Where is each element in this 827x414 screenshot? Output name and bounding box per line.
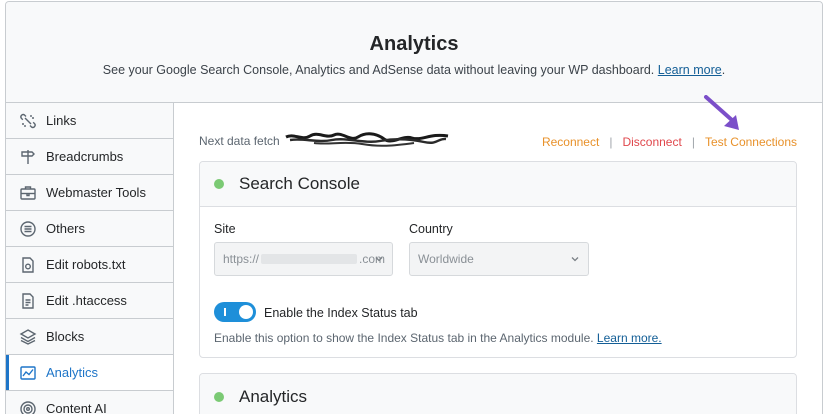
toggle-help-text: Enable this option to show the Index Sta… bbox=[214, 331, 662, 345]
analytics-title: Analytics bbox=[239, 386, 308, 406]
country-value: Worldwide bbox=[418, 252, 474, 266]
sidebar-item-blocks[interactable]: Blocks bbox=[6, 319, 173, 355]
chevron-down-icon bbox=[375, 257, 383, 262]
next-data-fetch: Next data fetch bbox=[199, 134, 280, 148]
toggle-on-mark bbox=[224, 308, 226, 316]
main-content: Next data fetch Reconnect | Disconnect |… bbox=[174, 103, 822, 414]
search-console-card: Search Console Site https:// .com Countr… bbox=[199, 161, 797, 358]
country-select[interactable]: Worldwide bbox=[409, 242, 589, 276]
sidebar-item-links[interactable]: Links bbox=[6, 103, 173, 139]
sidebar-item-edit-htaccess[interactable]: Edit .htaccess bbox=[6, 283, 173, 319]
help-text: Enable this option to show the Index Sta… bbox=[214, 331, 594, 345]
page-title: Analytics bbox=[369, 33, 459, 55]
toggle-knob bbox=[239, 305, 253, 319]
subtitle-text: See your Google Search Console, Analytic… bbox=[102, 63, 655, 77]
learn-more-link[interactable]: Learn more bbox=[658, 63, 722, 77]
country-label: Country bbox=[409, 222, 453, 236]
blurred-domain bbox=[261, 254, 358, 264]
app-window: Analytics See your Google Search Console… bbox=[5, 1, 823, 414]
sidebar-item-label: Blocks bbox=[46, 329, 85, 344]
subtitle-suffix: . bbox=[721, 63, 726, 77]
content-ai-icon bbox=[19, 400, 37, 414]
document-icon bbox=[19, 292, 37, 310]
connection-actions: Reconnect | Disconnect | Test Connection… bbox=[542, 135, 797, 149]
disconnect-link[interactable]: Disconnect bbox=[622, 135, 681, 149]
sidebar-item-label: Edit robots.txt bbox=[46, 257, 126, 272]
sidebar: Links Breadcrumbs Webmaster Tools Others… bbox=[6, 103, 174, 414]
sidebar-item-content-ai[interactable]: Content AI bbox=[6, 391, 173, 414]
chevron-down-icon bbox=[571, 257, 579, 262]
blocks-icon bbox=[19, 328, 37, 346]
action-separator: | bbox=[609, 135, 613, 149]
site-select[interactable]: https:// .com bbox=[214, 242, 393, 276]
sidebar-item-label: Others bbox=[46, 221, 86, 236]
sidebar-item-webmaster-tools[interactable]: Webmaster Tools bbox=[6, 175, 173, 211]
status-dot-icon bbox=[214, 391, 224, 402]
search-console-header: Search Console bbox=[200, 162, 796, 207]
sidebar-item-analytics[interactable]: Analytics bbox=[6, 355, 173, 391]
links-icon bbox=[19, 112, 37, 130]
annotation-arrow-icon bbox=[704, 95, 739, 130]
sidebar-item-others[interactable]: Others bbox=[6, 211, 173, 247]
search-console-title: Search Console bbox=[239, 174, 360, 193]
redacted-scribble bbox=[285, 132, 449, 147]
sidebar-item-label: Webmaster Tools bbox=[46, 185, 146, 200]
sidebar-item-label: Links bbox=[46, 113, 77, 128]
analytics-card: Analytics bbox=[199, 373, 797, 414]
analytics-header: Analytics bbox=[200, 374, 796, 414]
page-subtitle: See your Google Search Console, Analytic… bbox=[6, 63, 822, 77]
page-header: Analytics See your Google Search Console… bbox=[6, 2, 822, 103]
index-status-toggle[interactable] bbox=[214, 302, 256, 322]
reconnect-link[interactable]: Reconnect bbox=[542, 135, 599, 149]
sidebar-item-label: Analytics bbox=[46, 365, 99, 380]
toggle-label: Enable the Index Status tab bbox=[264, 306, 418, 320]
chart-icon bbox=[19, 364, 37, 382]
sidebar-item-breadcrumbs[interactable]: Breadcrumbs bbox=[6, 139, 173, 175]
robot-file-icon bbox=[19, 256, 37, 274]
help-learn-more-link[interactable]: Learn more. bbox=[597, 331, 662, 345]
toolbox-icon bbox=[19, 184, 37, 202]
signpost-icon bbox=[19, 148, 37, 166]
sidebar-item-label: Content AI bbox=[46, 401, 107, 414]
site-prefix: https:// bbox=[223, 252, 260, 266]
sidebar-item-label: Edit .htaccess bbox=[46, 293, 127, 308]
sidebar-item-edit-robots[interactable]: Edit robots.txt bbox=[6, 247, 173, 283]
site-label: Site bbox=[214, 222, 236, 236]
list-circle-icon bbox=[19, 220, 37, 238]
action-separator: | bbox=[691, 135, 695, 149]
test-connections-link[interactable]: Test Connections bbox=[705, 135, 797, 149]
sidebar-item-label: Breadcrumbs bbox=[46, 149, 124, 164]
status-dot-icon bbox=[214, 179, 224, 189]
